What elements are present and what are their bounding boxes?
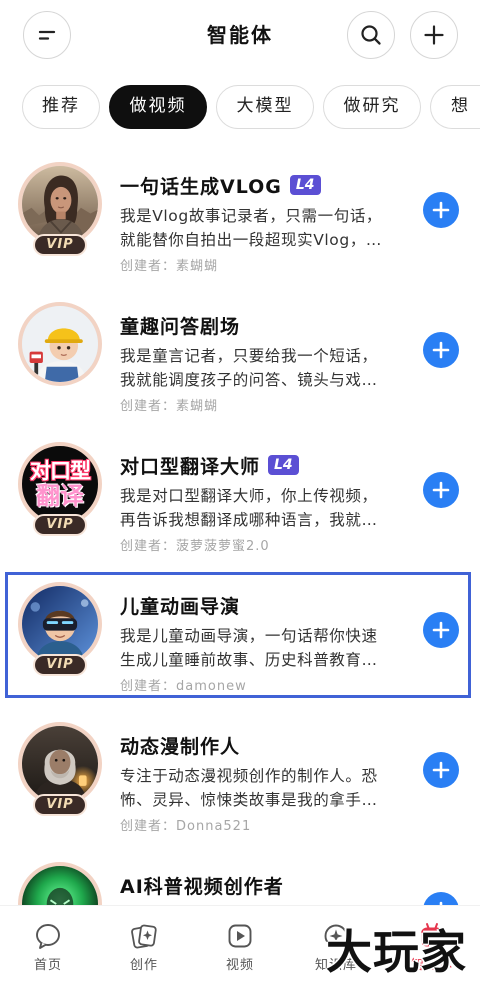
agent-card[interactable]: VIP 动态漫制作人 专注于动态漫视频创作的制作人。恐 怖、灵异、惊悚类故事是我… bbox=[0, 698, 480, 838]
agent-name: AI科普视频创作者 bbox=[120, 875, 284, 898]
description-line: 我是儿童动画导演，一句话帮你快速 bbox=[120, 627, 378, 645]
plus-icon bbox=[432, 481, 450, 499]
description-line: 我是童言记者，只要给我一个短话， bbox=[120, 347, 378, 365]
tab-label: 做视频 bbox=[129, 96, 187, 116]
agent-description: 我是童言记者，只要给我一个短话， 我就能调度孩子的问答、镜头与戏… bbox=[120, 344, 405, 392]
plus-icon bbox=[432, 201, 450, 219]
vip-badge: VIP bbox=[33, 514, 87, 536]
nav-home[interactable]: 首页 bbox=[0, 906, 96, 991]
menu-icon bbox=[38, 30, 56, 40]
agent-card[interactable]: 对口型 翻译 VIP 对口型翻译大师 L4 我是对口型翻译大师，你上传视频， 再… bbox=[0, 418, 480, 558]
vip-label: VIP bbox=[46, 517, 74, 532]
agent-name: 一句话生成VLOG bbox=[120, 175, 282, 198]
agent-creator: 创建者：damonew bbox=[120, 679, 247, 694]
description-line: 专注于动态漫视频创作的制作人。恐 bbox=[120, 767, 378, 785]
vip-label: VIP bbox=[46, 657, 74, 672]
vip-badge: VIP bbox=[33, 234, 87, 256]
agent-avatar bbox=[18, 302, 102, 386]
plus-icon bbox=[432, 761, 450, 779]
watermark: 大玩家 bbox=[326, 925, 467, 979]
add-agent-button[interactable] bbox=[423, 612, 459, 648]
agent-creator: 创建者：素蝴蝴 bbox=[120, 399, 219, 414]
agent-title-row: 对口型翻译大师 L4 bbox=[120, 452, 299, 478]
agent-name: 儿童动画导演 bbox=[120, 595, 241, 618]
tab-more[interactable]: 想 bbox=[430, 85, 480, 129]
agent-creator: 创建者：Donna521 bbox=[120, 819, 252, 834]
agent-avatar: VIP bbox=[18, 582, 102, 676]
vip-badge: VIP bbox=[33, 654, 87, 676]
tab-large-model[interactable]: 大模型 bbox=[216, 85, 314, 129]
avatar-illustration bbox=[22, 726, 98, 802]
agent-name: 童趣问答剧场 bbox=[120, 315, 241, 338]
vip-label: VIP bbox=[46, 237, 74, 252]
agent-title-row: 童趣问答剧场 bbox=[120, 312, 240, 338]
agent-description: 我是儿童动画导演，一句话帮你快速 生成儿童睡前故事、历史科普教育… bbox=[120, 624, 405, 672]
nav-label: 视频 bbox=[225, 958, 254, 973]
nav-label: 创作 bbox=[129, 958, 158, 973]
nav-create[interactable]: 创作 bbox=[96, 906, 192, 991]
video-play-icon bbox=[228, 924, 252, 948]
search-button[interactable] bbox=[347, 11, 395, 59]
chat-bubble-icon bbox=[36, 924, 60, 949]
avatar-image bbox=[18, 302, 102, 386]
nav-label: 首页 bbox=[33, 958, 62, 973]
agents-page: 智能体 推荐 做视频 大模型 做研究 想 VIP 一句话生成VLOG L4 我是… bbox=[0, 0, 480, 991]
add-agent-button[interactable] bbox=[423, 752, 459, 788]
vip-badge: VIP bbox=[33, 794, 87, 816]
agent-title-row: 一句话生成VLOG L4 bbox=[120, 172, 321, 198]
avatar-lettering: 对口型 bbox=[30, 459, 91, 483]
tab-label: 大模型 bbox=[236, 96, 294, 116]
tab-label: 想 bbox=[451, 96, 470, 116]
tab-label: 做研究 bbox=[343, 96, 401, 116]
description-line: 怖、灵异、惊悚类故事是我的拿手… bbox=[120, 791, 378, 809]
agent-card[interactable]: 童趣问答剧场 我是童言记者，只要给我一个短话， 我就能调度孩子的问答、镜头与戏…… bbox=[0, 278, 480, 418]
description-line: 我是Vlog故事记录者，只需一句话， bbox=[120, 207, 383, 225]
agent-description: 我是对口型翻译大师，你上传视频， 再告诉我想翻译成哪种语言，我就… bbox=[120, 484, 405, 532]
agent-avatar: 对口型 翻译 VIP bbox=[18, 442, 102, 536]
create-agent-button[interactable] bbox=[410, 11, 458, 59]
agent-card[interactable]: VIP 儿童动画导演 我是儿童动画导演，一句话帮你快速 生成儿童睡前故事、历史科… bbox=[0, 558, 480, 698]
level-badge: L4 bbox=[268, 455, 299, 475]
description-line: 就能替你自拍出一段超现实Vlog，… bbox=[120, 231, 383, 249]
agent-name: 动态漫制作人 bbox=[120, 735, 241, 758]
level-badge: L4 bbox=[289, 175, 321, 195]
add-agent-button[interactable] bbox=[423, 332, 459, 368]
avatar-illustration bbox=[22, 586, 98, 662]
agent-name: 对口型翻译大师 bbox=[120, 455, 261, 478]
tab-research[interactable]: 做研究 bbox=[323, 85, 421, 129]
add-agent-button[interactable] bbox=[423, 472, 459, 508]
category-tabs: 推荐 做视频 大模型 做研究 想 bbox=[22, 85, 480, 129]
avatar-illustration bbox=[22, 166, 98, 242]
plus-icon bbox=[432, 341, 450, 359]
plus-icon bbox=[432, 621, 450, 639]
tab-make-video[interactable]: 做视频 bbox=[109, 85, 207, 129]
avatar-illustration bbox=[22, 306, 98, 382]
description-line: 再告诉我想翻译成哪种语言，我就… bbox=[120, 511, 378, 529]
menu-button[interactable] bbox=[23, 11, 71, 59]
search-icon bbox=[361, 25, 381, 45]
description-line: 生成儿童睡前故事、历史科普教育… bbox=[120, 651, 378, 669]
tab-label: 推荐 bbox=[42, 96, 80, 116]
agent-creator: 创建者：菠萝菠萝蜜2.0 bbox=[120, 539, 270, 554]
page-title: 智能体 bbox=[207, 23, 273, 47]
agent-avatar: VIP bbox=[18, 162, 102, 256]
agent-title-row: 儿童动画导演 bbox=[120, 592, 240, 618]
agent-card[interactable]: VIP 一句话生成VLOG L4 我是Vlog故事记录者，只需一句话， 就能替你… bbox=[0, 138, 480, 278]
description-line: 我是对口型翻译大师，你上传视频， bbox=[120, 487, 378, 505]
top-bar: 智能体 bbox=[0, 0, 480, 72]
nav-video[interactable]: 视频 bbox=[192, 906, 288, 991]
create-card-icon bbox=[131, 924, 157, 949]
agent-description: 我是Vlog故事记录者，只需一句话， 就能替你自拍出一段超现实Vlog，… bbox=[120, 204, 405, 252]
vip-label: VIP bbox=[46, 797, 74, 812]
agent-title-row: AI科普视频创作者 bbox=[120, 872, 284, 898]
agent-creator: 创建者：素蝴蝴 bbox=[120, 259, 219, 274]
add-agent-button[interactable] bbox=[423, 192, 459, 228]
agent-title-row: 动态漫制作人 bbox=[120, 732, 240, 758]
agent-avatar: VIP bbox=[18, 722, 102, 816]
agent-description: 专注于动态漫视频创作的制作人。恐 怖、灵异、惊悚类故事是我的拿手… bbox=[120, 764, 405, 812]
plus-icon bbox=[424, 25, 444, 45]
avatar-lettering: 翻译 bbox=[36, 482, 84, 510]
description-line: 我就能调度孩子的问答、镜头与戏… bbox=[120, 371, 378, 389]
tab-recommend[interactable]: 推荐 bbox=[22, 85, 100, 129]
